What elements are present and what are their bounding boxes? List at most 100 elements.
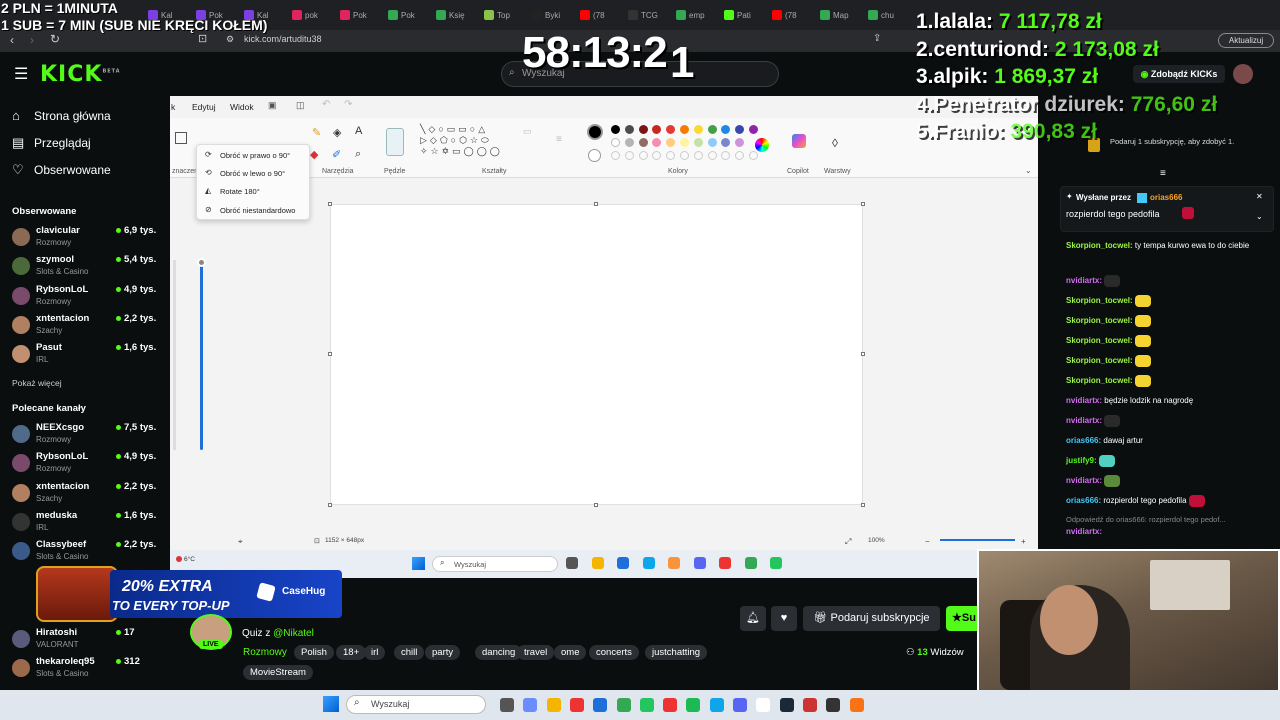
stream-tag[interactable]: travel bbox=[517, 645, 555, 660]
paint-canvas[interactable] bbox=[330, 204, 863, 505]
menu-icon[interactable]: ☰ bbox=[14, 64, 28, 84]
stream-tag[interactable]: 18+ bbox=[336, 645, 367, 660]
taskbar-app-icon[interactable] bbox=[523, 698, 538, 712]
filter-icon[interactable]: ≡ bbox=[1160, 168, 1166, 179]
browser-tab[interactable]: Pati bbox=[724, 6, 770, 24]
inner-app-icon[interactable] bbox=[719, 557, 731, 569]
zoom-slider[interactable] bbox=[940, 539, 1015, 541]
inner-start-icon[interactable] bbox=[412, 557, 425, 570]
browser-tab[interactable]: emp bbox=[676, 6, 722, 24]
taskbar-search[interactable] bbox=[346, 695, 486, 714]
secondary-color-icon[interactable] bbox=[588, 149, 601, 162]
redo-icon[interactable]: ↷ bbox=[344, 99, 352, 110]
taskbar-app-icon[interactable] bbox=[569, 698, 584, 712]
taskbar-app-icon[interactable] bbox=[616, 698, 631, 712]
rotate-left-item[interactable]: Obróć w lewo o 90° bbox=[220, 169, 285, 178]
rotate-custom-item[interactable]: Obróć niestandardowo bbox=[220, 206, 295, 215]
browser-tab[interactable]: pok bbox=[292, 6, 338, 24]
color-swatch[interactable] bbox=[693, 125, 703, 134]
channel-item[interactable]: NEEXcsgo Rozmowy 7,5 tys. bbox=[10, 421, 170, 449]
chat-username[interactable]: orias666: bbox=[1066, 436, 1101, 445]
taskbar-app-icon[interactable] bbox=[593, 698, 608, 712]
fit-icon[interactable]: ⤢ bbox=[845, 537, 851, 547]
empty-swatch[interactable] bbox=[749, 151, 758, 160]
brush-icon[interactable] bbox=[386, 128, 404, 156]
channel-item[interactable]: xntentacion Szachy 2,2 tys. bbox=[10, 480, 170, 508]
empty-swatch[interactable] bbox=[707, 151, 717, 160]
user-avatar[interactable] bbox=[1233, 64, 1253, 84]
taskbar-app-icon[interactable] bbox=[779, 698, 794, 712]
chat-username[interactable]: Skorpion_tocwel: bbox=[1066, 336, 1133, 345]
forward-icon[interactable]: › bbox=[30, 33, 34, 47]
last-chat-user[interactable]: nvidiartx: bbox=[1066, 526, 1276, 537]
menu-file[interactable]: k bbox=[171, 102, 175, 112]
get-kicks-button[interactable]: ◉ Zdobądź KICKs bbox=[1133, 65, 1225, 83]
browser-tab[interactable]: TCG bbox=[628, 6, 674, 24]
inner-app-icon[interactable] bbox=[770, 557, 782, 569]
fill-icon[interactable]: ◈ bbox=[333, 126, 341, 139]
color-swatch[interactable] bbox=[680, 138, 689, 147]
follow-heart-icon[interactable]: ♥ bbox=[771, 606, 797, 631]
empty-swatch[interactable] bbox=[611, 151, 620, 160]
resize-handle[interactable] bbox=[328, 503, 332, 507]
color-swatch[interactable] bbox=[638, 125, 648, 134]
browser-tab[interactable]: Pok bbox=[388, 6, 434, 24]
kick-logo[interactable]: KICKBETA bbox=[40, 62, 121, 87]
layers-small-icon[interactable]: ◫ bbox=[296, 100, 305, 111]
resize-handle[interactable] bbox=[594, 202, 598, 206]
taskbar-app-icon[interactable] bbox=[826, 698, 841, 712]
browser-tab[interactable]: (78 bbox=[580, 6, 626, 24]
start-icon[interactable] bbox=[323, 696, 339, 712]
stream-tag[interactable]: ome bbox=[554, 645, 587, 660]
channel-item[interactable]: RybsonLoL Rozmowy 4,9 tys. bbox=[10, 283, 170, 311]
outline-icon[interactable]: ▭ bbox=[523, 126, 532, 137]
gift-subs-button[interactable]: 🎁︎ Podaruj subskrypcje bbox=[803, 606, 940, 631]
menu-view[interactable]: Widok bbox=[230, 102, 254, 112]
copilot-icon[interactable] bbox=[792, 134, 806, 148]
taskbar-app-icon[interactable] bbox=[500, 698, 514, 712]
collapse-icon[interactable]: ⌄ bbox=[1256, 212, 1263, 221]
nav-item[interactable]: ⌂ Strona główna bbox=[12, 108, 111, 123]
chat-username[interactable]: nvidiartx: bbox=[1066, 476, 1102, 485]
channel-item[interactable]: thekaroleq95 Slots & Casino 312 bbox=[10, 655, 170, 683]
expand-ribbon-icon[interactable]: ⌄ bbox=[1025, 166, 1032, 175]
channel-item[interactable]: Pasut IRL 1,6 tys. bbox=[10, 341, 170, 369]
zoom-in-icon[interactable]: + bbox=[1021, 537, 1026, 546]
stream-tag[interactable]: justchatting bbox=[645, 645, 708, 660]
stream-tag[interactable]: MovieStream bbox=[243, 665, 313, 680]
inner-app-icon[interactable] bbox=[693, 557, 706, 569]
chat-username[interactable]: nvidiartx: bbox=[1066, 416, 1102, 425]
browser-tab[interactable]: Map bbox=[820, 6, 866, 24]
url-text[interactable]: kick.com/artuditu38 bbox=[244, 34, 322, 44]
channel-item[interactable]: clavicular Rozmowy 6,9 tys. bbox=[10, 224, 170, 252]
menu-edit[interactable]: Edytuj bbox=[192, 102, 216, 112]
share-icon[interactable]: ⇪ bbox=[873, 33, 881, 44]
taskbar-app-icon[interactable] bbox=[639, 698, 654, 712]
color-swatch[interactable] bbox=[611, 125, 620, 134]
browser-tab[interactable]: Byki bbox=[532, 6, 578, 24]
zoom-out-icon[interactable]: − bbox=[925, 537, 930, 546]
taskbar-app-icon[interactable] bbox=[802, 698, 817, 712]
resize-handle[interactable] bbox=[594, 503, 598, 507]
size-icon[interactable]: ≡ bbox=[556, 134, 562, 145]
site-info-icon[interactable]: ⚙ bbox=[226, 34, 234, 45]
brush-size-slider[interactable] bbox=[200, 260, 203, 450]
browser-tab[interactable]: chu bbox=[868, 6, 914, 24]
reload-icon[interactable]: ↻ bbox=[50, 32, 60, 46]
resize-handle[interactable] bbox=[861, 352, 865, 356]
unpin-icon[interactable]: ✕ bbox=[1256, 192, 1263, 201]
select-tool-icon[interactable] bbox=[175, 132, 187, 144]
chat-username[interactable]: Skorpion_tocwel: bbox=[1066, 316, 1133, 325]
empty-swatch[interactable] bbox=[693, 151, 703, 160]
resize-handle[interactable] bbox=[861, 202, 865, 206]
stream-tag[interactable]: dancing bbox=[475, 645, 523, 660]
browser-tab[interactable]: Księ bbox=[436, 6, 482, 24]
inner-search-box[interactable] bbox=[432, 556, 558, 572]
color-swatch[interactable] bbox=[624, 138, 634, 147]
inner-app-icon[interactable] bbox=[642, 557, 655, 569]
channel-item[interactable]: Hiratoshi VALORANT 17 bbox=[10, 626, 170, 654]
chat-username[interactable]: nvidiartx: bbox=[1066, 276, 1102, 285]
stream-category[interactable]: Rozmowy bbox=[243, 647, 287, 658]
chat-username[interactable]: nvidiartx: bbox=[1066, 396, 1102, 405]
inner-app-icon[interactable] bbox=[617, 557, 629, 569]
